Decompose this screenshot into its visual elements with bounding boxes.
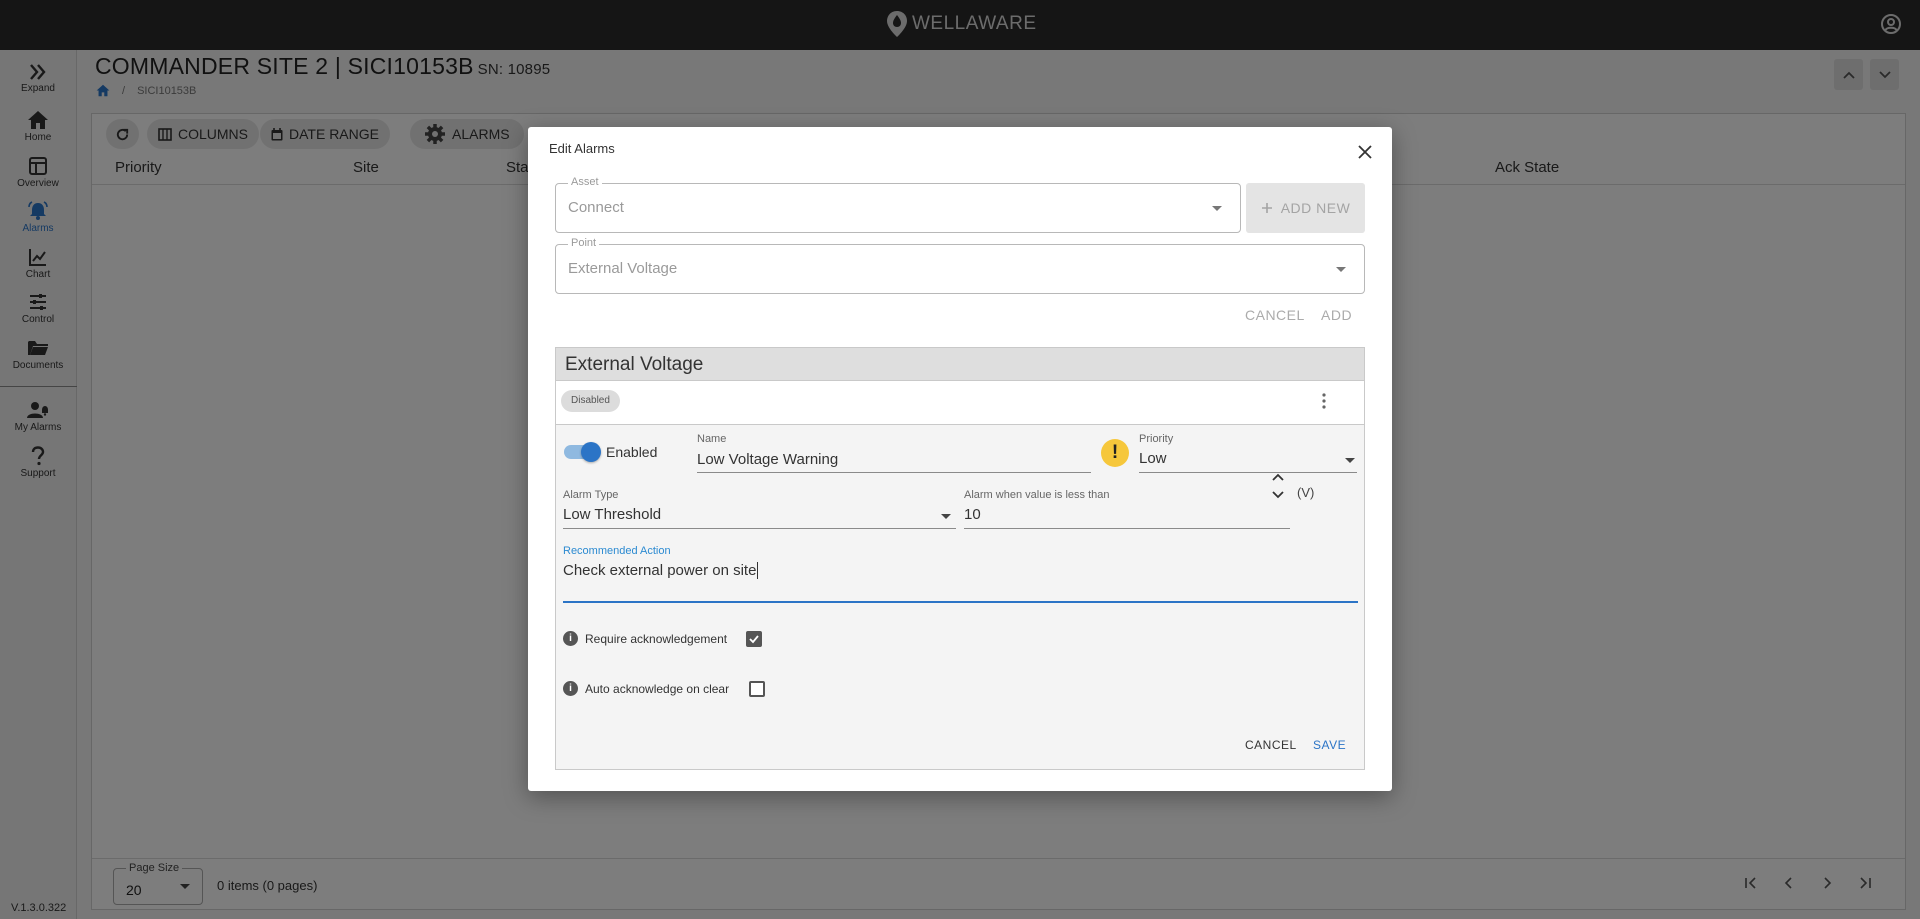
alarm-type-select[interactable]: Low Threshold [563, 506, 661, 523]
caret-down-icon [1212, 206, 1222, 211]
enabled-toggle[interactable] [564, 442, 601, 462]
alarm-card-header: External Voltage [556, 348, 1364, 381]
name-input-underline [697, 472, 1091, 473]
recommended-action-underline [563, 601, 1358, 603]
priority-label: Priority [1139, 433, 1174, 445]
asset-label: Asset [568, 176, 602, 188]
priority-warning-icon: ! [1101, 439, 1129, 467]
alarm-card: External Voltage Disabled Enabled Name L… [555, 347, 1365, 770]
enabled-label: Enabled [606, 444, 658, 460]
cancel-add-button[interactable]: CANCEL [1245, 307, 1305, 323]
dialog-title: Edit Alarms [549, 141, 615, 156]
cancel-button[interactable]: CANCEL [1245, 738, 1297, 752]
more-options-button[interactable] [1322, 393, 1326, 414]
add-point-button[interactable]: ADD [1321, 307, 1352, 323]
threshold-input[interactable]: 10 [964, 506, 981, 523]
edit-alarms-dialog: Edit Alarms Asset Connect ADD NEW Point … [528, 127, 1392, 791]
priority-select[interactable]: Low [1139, 450, 1167, 467]
threshold-unit: (V) [1297, 485, 1315, 500]
name-input[interactable]: Low Voltage Warning [697, 451, 838, 468]
asset-value: Connect [568, 199, 624, 216]
recommended-action-text: Check external power on site [563, 562, 757, 579]
recommended-action-input[interactable]: Check external power on site​ [563, 562, 759, 579]
plus-icon [1261, 203, 1272, 213]
toggle-knob [581, 442, 601, 462]
caret-down-icon [1336, 267, 1346, 272]
kebab-menu-icon [1322, 393, 1326, 409]
priority-underline [1139, 472, 1357, 473]
point-select[interactable]: Point External Voltage [555, 237, 1365, 294]
auto-ack-checkbox[interactable] [749, 681, 765, 697]
add-new-asset-button[interactable]: ADD NEW [1246, 183, 1365, 233]
status-badge: Disabled [561, 390, 620, 412]
info-icon: i [563, 681, 578, 696]
stepper-arrows-icon [1272, 473, 1284, 499]
caret-down-icon [1345, 458, 1355, 463]
alarm-type-label: Alarm Type [563, 489, 619, 501]
threshold-underline [964, 528, 1290, 529]
info-icon: i [563, 631, 578, 646]
recommended-action-label: Recommended Action [563, 545, 671, 557]
require-ack-checkbox[interactable] [746, 631, 762, 647]
threshold-stepper[interactable] [1271, 471, 1285, 506]
close-button[interactable] [1358, 145, 1372, 164]
alarm-card-title: External Voltage [565, 354, 704, 375]
add-new-label: ADD NEW [1280, 200, 1351, 216]
require-ack-label: Require acknowledgement [585, 632, 728, 646]
auto-ack-label: Auto acknowledge on clear [585, 682, 730, 696]
asset-select[interactable]: Asset Connect [555, 176, 1241, 233]
point-value: External Voltage [568, 260, 678, 277]
text-cursor: ​ [757, 562, 759, 579]
alarm-type-underline [563, 528, 956, 529]
alarm-card-status-bar: Disabled [556, 381, 1364, 425]
save-button[interactable]: SAVE [1313, 738, 1346, 752]
checkmark-icon [749, 635, 759, 644]
name-label: Name [697, 433, 727, 445]
point-label: Point [568, 237, 600, 249]
close-icon [1358, 145, 1372, 159]
caret-down-icon [941, 514, 951, 519]
threshold-label: Alarm when value is less than [964, 489, 1110, 501]
